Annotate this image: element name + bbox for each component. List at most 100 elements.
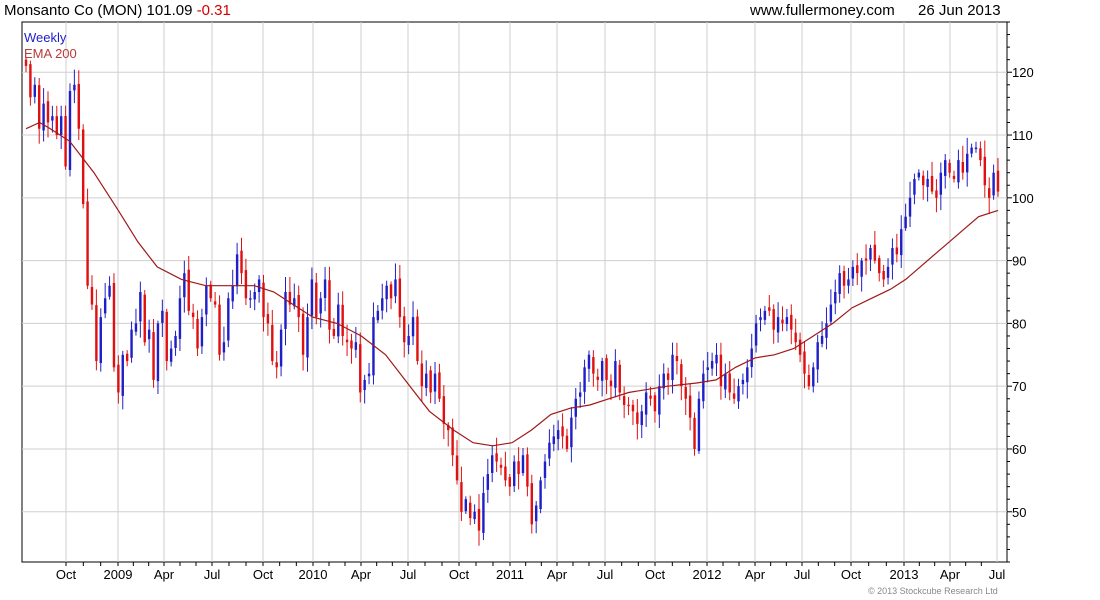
- candle-body: [354, 342, 358, 350]
- candle-body: [864, 258, 868, 261]
- candle-body: [966, 153, 969, 173]
- candle-body: [231, 285, 234, 302]
- candle-body: [636, 412, 639, 424]
- candle-body: [693, 417, 696, 449]
- candle-body: [147, 329, 151, 340]
- candle-body: [684, 387, 687, 399]
- y-tick-label: 80: [1012, 316, 1026, 331]
- candle-body: [578, 392, 582, 397]
- candle-body: [121, 354, 124, 396]
- candle-body: [134, 323, 138, 332]
- candle-body: [191, 312, 195, 318]
- candle-body: [614, 361, 617, 388]
- candle: [539, 476, 542, 514]
- candle-body: [873, 244, 877, 261]
- candle-body: [460, 482, 463, 512]
- x-tick-label: Oct: [841, 567, 862, 582]
- candle-body: [323, 279, 327, 299]
- candle-body: [33, 84, 37, 97]
- candle-body: [222, 342, 226, 353]
- candle-body: [499, 464, 503, 468]
- stock-chart: Oct 2009 Apr Jul Oct 2010 Apr Jul Oct 2011 Apr Jul O…: [21, 21, 1034, 582]
- candle-body: [315, 282, 318, 318]
- candle-body: [838, 273, 841, 294]
- x-tick-label: Oct: [449, 567, 470, 582]
- candle-body: [715, 354, 718, 364]
- x-tick-label: Apr: [154, 567, 175, 582]
- candle-body: [433, 373, 437, 392]
- candle-body: [561, 426, 564, 437]
- candle-body: [688, 395, 692, 418]
- candle-body: [891, 248, 894, 265]
- candle-body: [473, 511, 476, 520]
- candle-body: [196, 318, 199, 349]
- candle-body: [350, 340, 353, 349]
- candle-body: [86, 201, 89, 286]
- candle-body: [552, 436, 555, 445]
- candle-body: [455, 455, 459, 481]
- candle-body: [728, 373, 731, 393]
- candle-body: [627, 404, 630, 407]
- candle-body: [961, 161, 965, 173]
- legend-weekly: Weekly: [24, 30, 67, 45]
- candle-body: [979, 148, 982, 161]
- candle-body: [407, 335, 410, 346]
- candle-body: [301, 313, 305, 355]
- x-tick-label: Apr: [745, 567, 766, 582]
- candle-body: [156, 323, 160, 382]
- y-tick-label: 60: [1012, 442, 1026, 457]
- candle-body: [486, 474, 490, 490]
- candle-body: [29, 64, 32, 98]
- candle: [99, 308, 102, 372]
- candle-body: [345, 339, 349, 343]
- candle-body: [416, 316, 419, 362]
- candle-body: [605, 358, 608, 380]
- candle-body: [957, 160, 960, 183]
- candle-body: [420, 363, 424, 387]
- candle-body: [389, 284, 393, 299]
- copyright-text: © 2013 Stockcube Research Ltd: [868, 586, 998, 596]
- candle-body: [702, 373, 705, 402]
- candle-body: [790, 314, 793, 330]
- candle-body: [851, 266, 855, 279]
- candle-body: [187, 269, 190, 311]
- candle-body: [680, 364, 683, 387]
- candle-body: [543, 461, 547, 478]
- candle-body: [763, 310, 767, 320]
- candle-body: [99, 317, 102, 364]
- candle-body: [359, 344, 362, 393]
- candle-body: [398, 278, 402, 318]
- candle-body: [64, 116, 67, 167]
- x-tick-label: Oct: [253, 567, 274, 582]
- x-tick-label: Apr: [351, 567, 372, 582]
- candle-body: [675, 355, 679, 362]
- candle-body: [77, 83, 80, 129]
- x-tick-label: 2012: [693, 567, 722, 582]
- candle-body: [512, 461, 516, 487]
- candle-body: [666, 373, 670, 380]
- x-tick-label: Oct: [645, 567, 666, 582]
- candle-body: [834, 292, 837, 304]
- candle-body: [926, 178, 929, 187]
- candle-body: [235, 254, 239, 287]
- candle-body: [169, 348, 173, 362]
- candle: [227, 292, 230, 348]
- candle-body: [565, 435, 569, 449]
- candle-body: [856, 265, 859, 274]
- candle-body: [869, 248, 872, 260]
- candle: [86, 188, 89, 290]
- candle-body: [996, 170, 1000, 192]
- candle-body: [952, 175, 956, 179]
- legend-ema: EMA 200: [24, 46, 77, 61]
- candle-body: [469, 502, 472, 519]
- candle-body: [143, 294, 146, 343]
- candle: [218, 295, 221, 361]
- candle-body: [394, 279, 397, 297]
- candle-body: [310, 279, 314, 316]
- candle-body: [363, 379, 366, 391]
- candle-body: [517, 461, 520, 475]
- candle-body: [90, 286, 94, 305]
- candle-body: [583, 367, 586, 392]
- candle-body: [425, 373, 428, 388]
- candle-body: [710, 361, 714, 369]
